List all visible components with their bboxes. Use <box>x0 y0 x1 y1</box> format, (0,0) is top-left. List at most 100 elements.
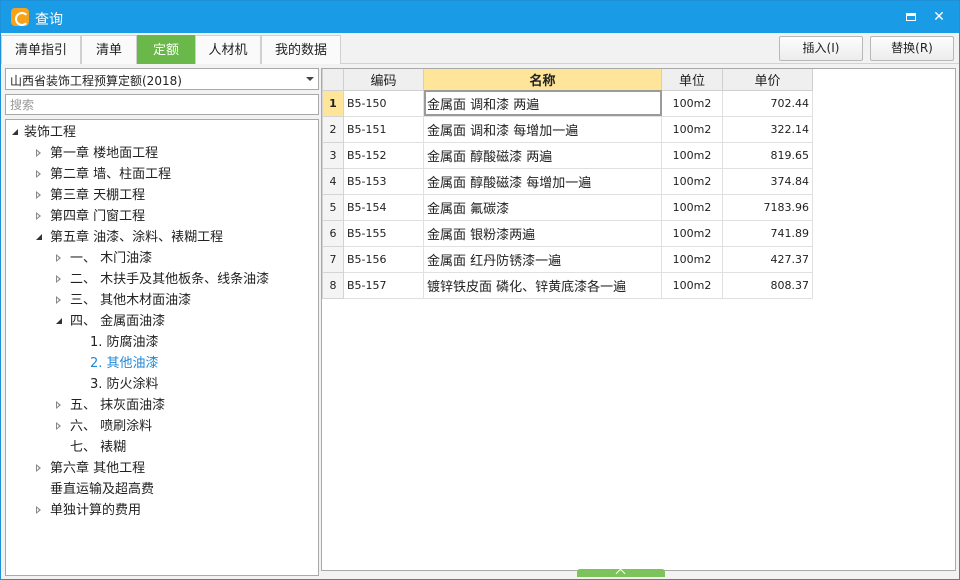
tree-item[interactable]: 1. 防腐油漆 <box>6 332 318 353</box>
tree-item[interactable]: 第二章 墙、柱面工程 <box>6 164 318 185</box>
row-number[interactable]: 8 <box>322 271 344 299</box>
tree-item[interactable]: 六、 喷刷涂料 <box>6 416 318 437</box>
tab-bill-guide[interactable]: 清单指引 <box>1 35 81 64</box>
tree-item[interactable]: 二、 木扶手及其他板条、线条油漆 <box>6 269 318 290</box>
table-row[interactable]: 2 B5-151 金属面 调和漆 每增加一遍 100m2 322.14 <box>322 115 813 143</box>
cell-name[interactable]: 金属面 红丹防锈漆一遍 <box>423 245 662 273</box>
cell-name[interactable]: 镀锌铁皮面 磷化、锌黄底漆各一遍 <box>423 271 662 299</box>
column-header-price[interactable]: 单价 <box>722 69 813 91</box>
tree-item[interactable]: 第五章 油漆、涂料、裱糊工程 <box>6 227 318 248</box>
tree-item[interactable]: 三、 其他木材面油漆 <box>6 290 318 311</box>
cell-name[interactable]: 金属面 银粉漆两遍 <box>423 219 662 247</box>
collapsed-arrow-icon[interactable] <box>36 212 41 220</box>
collapse-handle[interactable] <box>577 569 665 577</box>
cell-unit[interactable]: 100m2 <box>661 167 723 195</box>
table-row[interactable]: 3 B5-152 金属面 醇酸磁漆 两遍 100m2 819.65 <box>322 141 813 169</box>
row-number[interactable]: 1 <box>322 89 344 117</box>
cell-code[interactable]: B5-152 <box>343 141 424 169</box>
table-row[interactable]: 8 B5-157 镀锌铁皮面 磷化、锌黄底漆各一遍 100m2 808.37 <box>322 271 813 299</box>
collapsed-arrow-icon[interactable] <box>36 506 41 514</box>
cell-code[interactable]: B5-156 <box>343 245 424 273</box>
row-number[interactable]: 4 <box>322 167 344 195</box>
tree-item[interactable]: 五、 抹灰面油漆 <box>6 395 318 416</box>
tree-item-label: 第二章 墙、柱面工程 <box>50 167 172 182</box>
quota-library-select[interactable]: 山西省装饰工程预算定额(2018) <box>5 68 319 90</box>
collapsed-arrow-icon[interactable] <box>36 149 41 157</box>
cell-code[interactable]: B5-157 <box>343 271 424 299</box>
cell-price[interactable]: 819.65 <box>722 141 813 169</box>
tree-item-label: 第一章 楼地面工程 <box>50 146 159 161</box>
cell-code[interactable]: B5-154 <box>343 193 424 221</box>
tree-item[interactable]: 3. 防火涂料 <box>6 374 318 395</box>
cell-name[interactable]: 金属面 氟碳漆 <box>423 193 662 221</box>
expanded-arrow-icon[interactable] <box>12 129 18 135</box>
replace-button[interactable]: 替换(R) <box>870 36 954 61</box>
tree-item[interactable]: 一、 木门油漆 <box>6 248 318 269</box>
table-row[interactable]: 4 B5-153 金属面 醇酸磁漆 每增加一遍 100m2 374.84 <box>322 167 813 195</box>
tab-my-data[interactable]: 我的数据 <box>261 35 341 64</box>
tree-item[interactable]: 第四章 门窗工程 <box>6 206 318 227</box>
tree-item[interactable]: 第六章 其他工程 <box>6 458 318 479</box>
cell-unit[interactable]: 100m2 <box>661 271 723 299</box>
cell-unit[interactable]: 100m2 <box>661 245 723 273</box>
table-row[interactable]: 5 B5-154 金属面 氟碳漆 100m2 7183.96 <box>322 193 813 221</box>
cell-price[interactable]: 374.84 <box>722 167 813 195</box>
cell-price[interactable]: 7183.96 <box>722 193 813 221</box>
cell-unit[interactable]: 100m2 <box>661 193 723 221</box>
row-number[interactable]: 5 <box>322 193 344 221</box>
row-number[interactable]: 7 <box>322 245 344 273</box>
cell-unit[interactable]: 100m2 <box>661 219 723 247</box>
cell-name[interactable]: 金属面 调和漆 两遍 <box>423 89 662 117</box>
cell-code[interactable]: B5-151 <box>343 115 424 143</box>
row-number[interactable]: 6 <box>322 219 344 247</box>
tree-item[interactable]: 第一章 楼地面工程 <box>6 143 318 164</box>
cell-name[interactable]: 金属面 醇酸磁漆 每增加一遍 <box>423 167 662 195</box>
collapsed-arrow-icon[interactable] <box>36 191 41 199</box>
maximize-button[interactable] <box>901 7 921 27</box>
tree-item[interactable]: 2. 其他油漆 <box>6 353 318 374</box>
cell-price[interactable]: 808.37 <box>722 271 813 299</box>
cell-name[interactable]: 金属面 醇酸磁漆 两遍 <box>423 141 662 169</box>
collapsed-arrow-icon[interactable] <box>56 254 61 262</box>
tree-item[interactable]: 装饰工程 <box>6 122 318 143</box>
cell-code[interactable]: B5-153 <box>343 167 424 195</box>
tree-item[interactable]: 七、 裱糊 <box>6 437 318 458</box>
collapsed-arrow-icon[interactable] <box>36 464 41 472</box>
column-header-unit[interactable]: 单位 <box>661 69 723 91</box>
collapsed-arrow-icon[interactable] <box>56 275 61 283</box>
collapsed-arrow-icon[interactable] <box>36 170 41 178</box>
close-button[interactable]: ✕ <box>929 7 949 27</box>
column-header-code[interactable]: 编码 <box>343 69 424 91</box>
table-row[interactable]: 1 B5-150 金属面 调和漆 两遍 100m2 702.44 <box>322 89 813 117</box>
collapsed-arrow-icon[interactable] <box>56 422 61 430</box>
cell-code[interactable]: B5-155 <box>343 219 424 247</box>
expanded-arrow-icon[interactable] <box>56 318 62 324</box>
tree-item[interactable]: 单独计算的费用 <box>6 500 318 521</box>
cell-code[interactable]: B5-150 <box>343 89 424 117</box>
cell-unit[interactable]: 100m2 <box>661 141 723 169</box>
tree-item[interactable]: 第三章 天棚工程 <box>6 185 318 206</box>
search-input[interactable] <box>5 94 319 115</box>
cell-unit[interactable]: 100m2 <box>661 115 723 143</box>
table-row[interactable]: 6 B5-155 金属面 银粉漆两遍 100m2 741.89 <box>322 219 813 247</box>
insert-button[interactable]: 插入(I) <box>779 36 863 61</box>
table-row[interactable]: 7 B5-156 金属面 红丹防锈漆一遍 100m2 427.37 <box>322 245 813 273</box>
collapsed-arrow-icon[interactable] <box>56 401 61 409</box>
tab-bill[interactable]: 清单 <box>81 35 137 64</box>
tab-quota[interactable]: 定额 <box>137 35 195 64</box>
collapsed-arrow-icon[interactable] <box>56 296 61 304</box>
cell-price[interactable]: 322.14 <box>722 115 813 143</box>
tree-item[interactable]: 垂直运输及超高费 <box>6 479 318 500</box>
row-number[interactable]: 2 <box>322 115 344 143</box>
row-number[interactable]: 3 <box>322 141 344 169</box>
cell-price[interactable]: 702.44 <box>722 89 813 117</box>
cell-unit[interactable]: 100m2 <box>661 89 723 117</box>
column-header-name[interactable]: 名称 <box>423 69 662 91</box>
expanded-arrow-icon[interactable] <box>36 234 42 240</box>
tab-labor-material-machine[interactable]: 人材机 <box>195 35 261 64</box>
cell-name[interactable]: 金属面 调和漆 每增加一遍 <box>423 115 662 143</box>
cell-price[interactable]: 741.89 <box>722 219 813 247</box>
cell-price[interactable]: 427.37 <box>722 245 813 273</box>
title-bar[interactable]: 查询 ✕ <box>1 1 959 33</box>
tree-item[interactable]: 四、 金属面油漆 <box>6 311 318 332</box>
